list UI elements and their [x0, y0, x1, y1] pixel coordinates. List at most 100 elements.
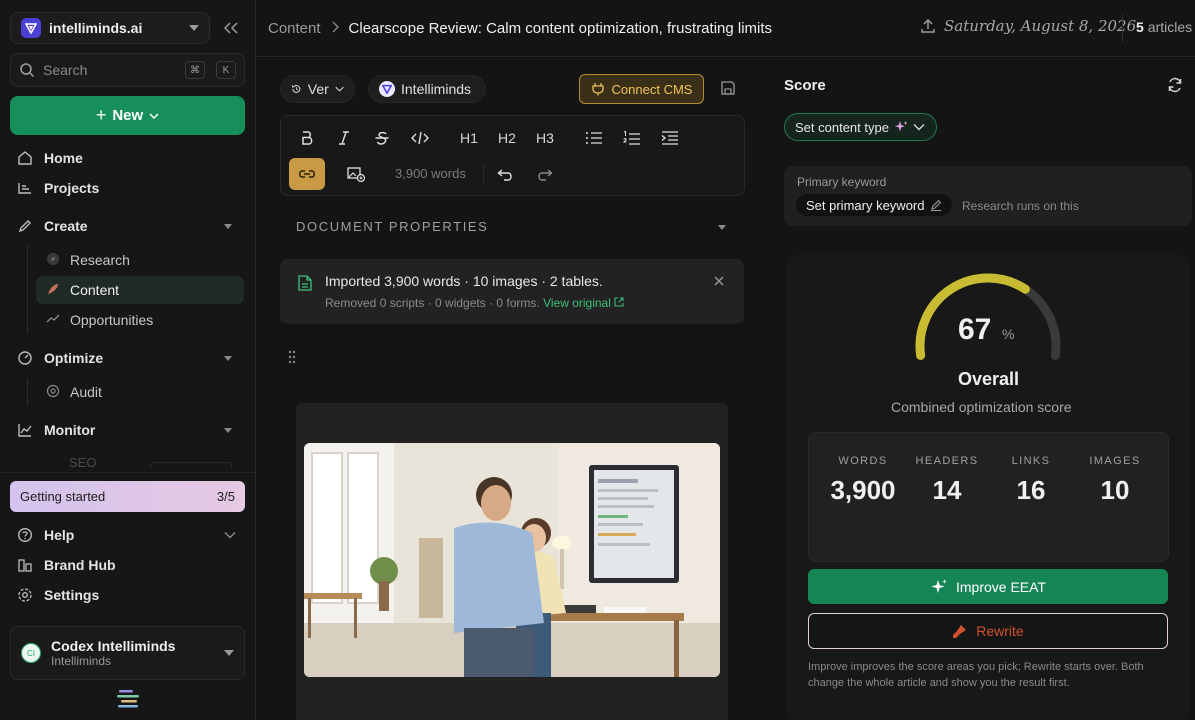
sidebar-section-optimize[interactable]: Optimize — [16, 346, 103, 370]
app-logo-icon — [117, 690, 139, 708]
image-add-icon — [347, 167, 365, 182]
rewrite-button[interactable]: Rewrite — [808, 613, 1168, 649]
shortcut-key-cmd: ⌘ — [185, 61, 205, 79]
heading-1-button[interactable]: H1 — [454, 124, 484, 152]
top-bar: Content Clearscope Review: Calm content … — [256, 0, 1195, 57]
tree-line — [27, 246, 28, 334]
sidebar-item-content[interactable]: Content — [36, 276, 244, 304]
gear-icon — [16, 586, 34, 604]
search-icon — [20, 63, 35, 78]
undo-icon — [497, 169, 512, 181]
sidebar-item-label: Help — [44, 527, 75, 543]
collapse-sidebar-icon[interactable] — [220, 18, 242, 38]
undo-button[interactable] — [491, 160, 521, 188]
import-removed-text: Removed 0 scripts · 0 widgets · 0 forms. — [325, 296, 540, 310]
user-menu[interactable]: CI Codex Intelliminds Intelliminds — [10, 626, 245, 680]
workspace-logo-icon — [21, 18, 41, 38]
sidebar-section-label: Optimize — [44, 350, 104, 366]
brand-label: Intelliminds — [401, 81, 472, 97]
code-button[interactable] — [405, 124, 435, 152]
close-icon[interactable] — [714, 273, 724, 291]
search-input[interactable]: Search ⌘ K — [10, 53, 245, 87]
content-type-select[interactable]: Set content type — [784, 113, 937, 141]
new-button-label: New — [112, 107, 144, 124]
pen-icon — [16, 217, 34, 235]
document-properties-toggle[interactable]: DOCUMENT PROPERTIES — [296, 219, 488, 234]
chart-line-icon — [16, 421, 34, 439]
sidebar-item-audit[interactable]: Audit — [36, 378, 244, 406]
stat-value: 3,900 — [830, 475, 896, 505]
version-button[interactable]: Ver — [280, 75, 355, 103]
sidebar-item-home[interactable]: Home — [16, 146, 83, 170]
sidebar-item-label: Opportunities — [70, 312, 154, 328]
stat-headers: HEADERS 14 — [902, 455, 992, 506]
plug-icon — [591, 83, 604, 96]
link-icon — [299, 170, 315, 178]
sidebar-item-label: Audit — [70, 384, 102, 400]
heading-3-button[interactable]: H3 — [530, 124, 560, 152]
stat-value: 14 — [932, 475, 962, 505]
article-count-label: articles — [1147, 19, 1193, 35]
sidebar-item-badge — [150, 462, 232, 468]
strikethrough-button[interactable] — [367, 124, 397, 152]
sidebar-item-research[interactable]: Research — [36, 246, 244, 274]
workspace-switcher[interactable]: intelliminds.ai — [10, 12, 210, 44]
stat-value: 16 — [1016, 475, 1046, 505]
sidebar: intelliminds.ai Search ⌘ K + New Home Pr… — [0, 0, 256, 720]
sidebar-section-monitor[interactable]: Monitor — [16, 418, 95, 442]
chevron-down-icon[interactable] — [224, 531, 236, 539]
sidebar-item-brand-hub[interactable]: Brand Hub — [16, 553, 116, 577]
shortcut-key-k: K — [216, 61, 236, 79]
improve-eeat-button[interactable]: Improve EEAT — [808, 569, 1168, 604]
indent-icon — [661, 131, 678, 145]
chevron-down-icon[interactable] — [224, 356, 232, 361]
chevron-down-icon — [149, 112, 159, 119]
insert-image-button[interactable] — [341, 160, 371, 188]
new-button[interactable]: + New — [10, 96, 245, 135]
rewrite-label: Rewrite — [976, 623, 1024, 639]
redo-button[interactable] — [529, 160, 559, 188]
article-image[interactable] — [304, 443, 720, 677]
refresh-icon[interactable] — [1167, 77, 1183, 93]
brush-icon — [953, 625, 967, 638]
sidebar-divider — [0, 472, 256, 473]
chevron-down-icon[interactable] — [718, 225, 726, 230]
numbered-list-button[interactable] — [617, 124, 647, 152]
sidebar-section-create[interactable]: Create — [16, 214, 88, 238]
bullet-list-button[interactable] — [579, 124, 609, 152]
italic-button[interactable] — [329, 124, 359, 152]
indent-button[interactable] — [655, 124, 685, 152]
chevron-down-icon[interactable] — [224, 224, 232, 229]
getting-started-banner[interactable]: Getting started 3/5 — [10, 481, 245, 512]
set-primary-keyword-label: Set primary keyword — [806, 197, 925, 213]
sidebar-item-seo[interactable]: SEO — [69, 455, 96, 467]
content-type-label: Set content type — [795, 119, 889, 135]
help-icon — [16, 526, 34, 544]
sidebar-item-settings[interactable]: Settings — [16, 583, 99, 607]
stat-value: 10 — [1100, 475, 1130, 505]
brand-selector[interactable]: Intelliminds — [368, 75, 486, 103]
bold-button[interactable] — [292, 124, 322, 152]
connect-cms-button[interactable]: Connect CMS — [579, 74, 704, 104]
view-original-label: View original — [543, 296, 611, 310]
chevron-down-icon[interactable] — [224, 428, 232, 433]
breadcrumb-root[interactable]: Content — [268, 20, 321, 37]
user-org: Intelliminds — [51, 654, 112, 668]
import-title: Imported 3,900 words · 10 images · 2 tab… — [325, 273, 603, 289]
redo-icon — [538, 169, 553, 181]
formatting-toolbar: H1 H2 H3 3,900 words — [280, 115, 745, 196]
feather-icon — [46, 282, 60, 299]
set-primary-keyword-button[interactable]: Set primary keyword — [796, 194, 953, 216]
save-icon[interactable] — [720, 80, 736, 96]
sidebar-item-projects[interactable]: Projects — [16, 176, 99, 200]
overall-description: Combined optimization score — [891, 399, 1072, 415]
article-count-value: 5 — [1136, 19, 1144, 35]
heading-2-button[interactable]: H2 — [492, 124, 522, 152]
view-original-link[interactable]: View original — [543, 296, 624, 310]
version-label: Ver — [307, 81, 329, 97]
link-button[interactable] — [289, 158, 325, 190]
sidebar-item-opportunities[interactable]: Opportunities — [36, 306, 244, 334]
sidebar-item-help[interactable]: Help — [16, 523, 74, 547]
stat-images: IMAGES 10 — [1070, 455, 1160, 506]
drag-handle-icon[interactable] — [287, 350, 297, 364]
